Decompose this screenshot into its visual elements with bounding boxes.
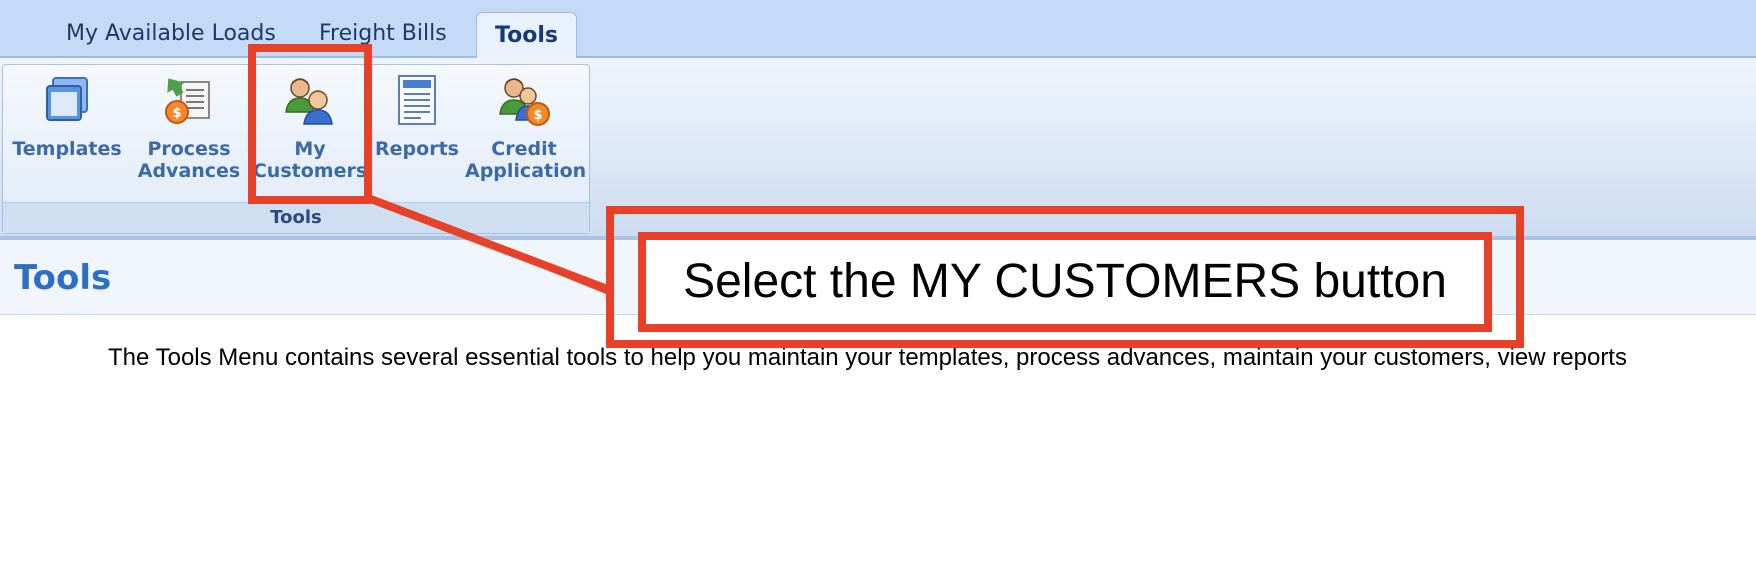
my-customers-highlight bbox=[248, 44, 372, 204]
tab-tools[interactable]: Tools bbox=[476, 12, 577, 58]
templates-label: Templates bbox=[12, 138, 122, 160]
credit-application-icon: $ bbox=[499, 78, 550, 126]
ribbon-group-label: Tools bbox=[3, 202, 589, 233]
process-advances-button[interactable]: $ Process Advances bbox=[130, 74, 248, 192]
templates-icon bbox=[46, 77, 88, 121]
credit-application-label: Credit Application bbox=[465, 138, 587, 182]
reports-button[interactable]: Reports bbox=[358, 74, 476, 192]
svg-text:$: $ bbox=[172, 106, 181, 121]
credit-application-button[interactable]: $ Credit Application bbox=[465, 74, 587, 192]
intro-text: The Tools Menu contains several essentia… bbox=[108, 344, 1627, 371]
reports-label: Reports bbox=[375, 138, 459, 160]
process-advances-label: Process Advances bbox=[137, 138, 241, 182]
page-title: Tools bbox=[14, 258, 112, 298]
svg-text:$: $ bbox=[533, 108, 542, 123]
templates-button[interactable]: Templates bbox=[8, 74, 126, 192]
process-advances-icon: $ bbox=[165, 78, 210, 124]
reports-icon bbox=[398, 75, 436, 125]
tab-my-available-loads[interactable]: My Available Loads bbox=[66, 12, 276, 56]
callout-text: Select the MY CUSTOMERS button bbox=[638, 232, 1492, 332]
